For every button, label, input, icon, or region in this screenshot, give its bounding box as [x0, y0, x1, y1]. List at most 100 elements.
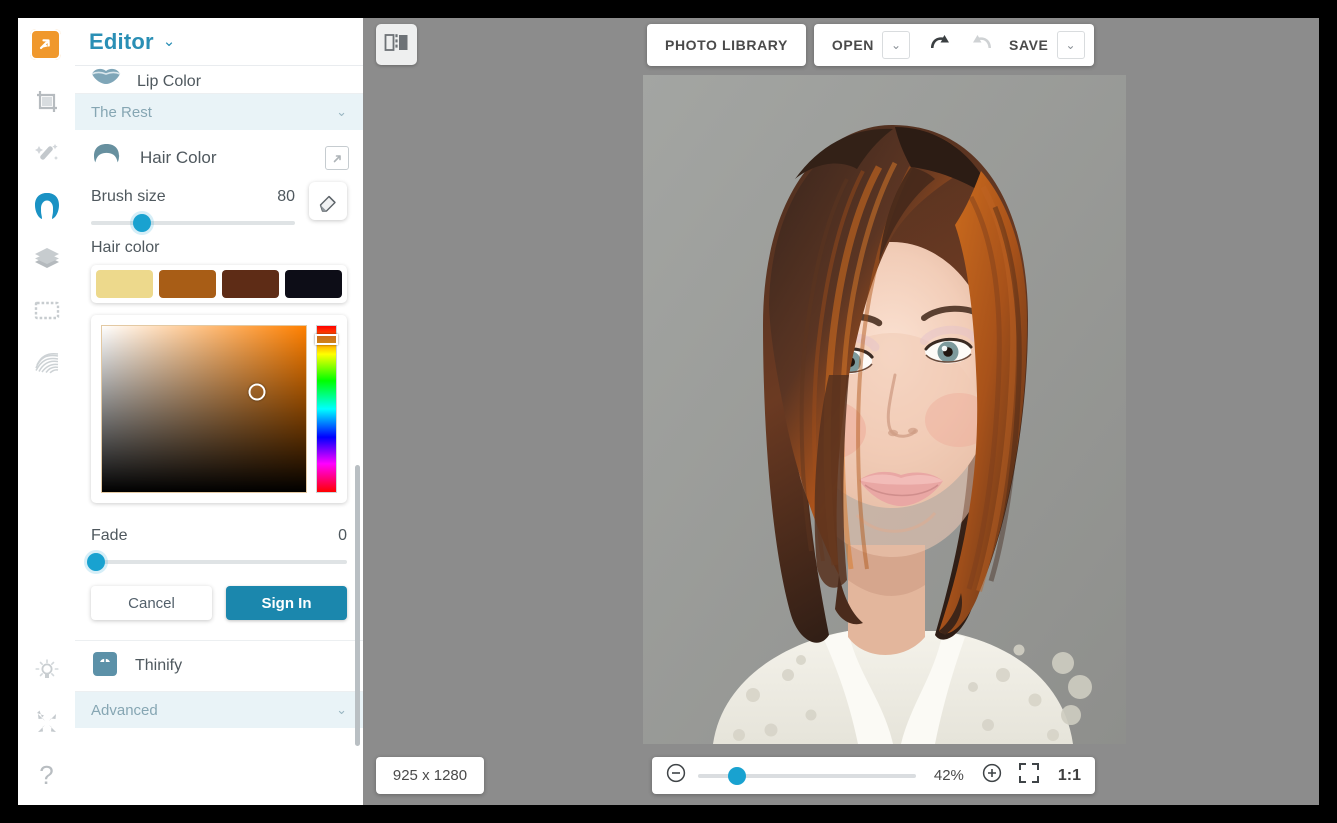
eraser-button[interactable]: [309, 182, 347, 220]
color-swatch[interactable]: [222, 270, 279, 298]
zoom-percent: 42%: [928, 767, 970, 784]
hue-slider-knob[interactable]: [315, 334, 338, 345]
photo-canvas[interactable]: [643, 75, 1126, 744]
tool-sidebar: Editor ⌄ Lip Color The Rest ⌄ Hair: [75, 18, 363, 805]
chevron-down-icon: ⌄: [336, 104, 347, 120]
open-button[interactable]: OPEN: [814, 37, 882, 53]
list-item-label: Thinify: [135, 657, 182, 675]
list-item-lip-color[interactable]: Lip Color: [75, 66, 363, 94]
magic-wand-icon: [33, 140, 61, 168]
color-picker: [91, 315, 347, 503]
section-label: The Rest: [91, 104, 152, 121]
tool-title: Hair Color: [140, 148, 325, 168]
photo-library-label: PHOTO LIBRARY: [647, 37, 806, 53]
texture-icon: [33, 348, 61, 376]
fade-slider-knob[interactable]: [87, 553, 105, 571]
undo-arrow-icon: [927, 33, 953, 58]
zoom-in-button[interactable]: [982, 763, 1002, 788]
editor-app: ? Editor ⌄ Lip Color The Rest ⌄: [18, 18, 1319, 805]
zoom-out-circle-icon: [666, 763, 686, 788]
layers-icon: [33, 244, 61, 272]
zoom-slider-knob[interactable]: [728, 767, 746, 785]
split-view-button[interactable]: [376, 24, 417, 65]
saturation-value-area[interactable]: [101, 325, 307, 493]
hair-color-swatches: [91, 265, 347, 303]
left-tool-rail: ?: [18, 18, 75, 805]
redo-button[interactable]: [961, 33, 1003, 58]
sidebar-item-layers[interactable]: [18, 232, 75, 284]
eraser-icon: [318, 191, 339, 212]
sidebar-scroll-area: Lip Color The Rest ⌄ Hair Color: [75, 66, 363, 805]
list-item-thinify[interactable]: Thinify: [75, 640, 363, 692]
crop-icon: [33, 88, 61, 116]
lips-icon: [91, 68, 121, 91]
zoom-in-circle-icon: [982, 763, 1002, 788]
color-picker-cursor[interactable]: [249, 384, 266, 401]
collapse-arrows-icon: [34, 710, 60, 736]
brush-size-value: 80: [277, 188, 295, 206]
color-swatch[interactable]: [96, 270, 153, 298]
color-swatch[interactable]: [159, 270, 216, 298]
list-item-label: Lip Color: [137, 73, 201, 91]
canvas-area: PHOTO LIBRARY OPEN ⌄ SAVE ⌄: [363, 18, 1319, 805]
portrait-hair-icon: [32, 191, 62, 221]
sidebar-scrollbar[interactable]: [355, 465, 360, 746]
tips-button[interactable]: [18, 645, 75, 697]
section-header-the-rest[interactable]: The Rest ⌄: [75, 94, 363, 130]
brush-size-slider[interactable]: [91, 221, 295, 225]
hair-color-section: Hair color: [75, 239, 363, 503]
expand-arrow-icon[interactable]: [325, 146, 349, 170]
hair-color-label: Hair color: [91, 239, 347, 257]
sidebar-item-touch-up[interactable]: [18, 128, 75, 180]
hue-slider[interactable]: [316, 325, 337, 493]
actual-size-button[interactable]: 1:1: [1058, 767, 1081, 785]
redo-arrow-icon: [969, 33, 995, 58]
fade-slider[interactable]: [91, 560, 347, 564]
zoom-toolbar: 42% 1:1: [652, 757, 1095, 794]
photo-library-button[interactable]: PHOTO LIBRARY: [647, 24, 806, 66]
chevron-down-icon: ⌄: [336, 702, 347, 718]
section-label: Advanced: [91, 702, 158, 719]
help-button[interactable]: ?: [18, 749, 75, 801]
fit-to-screen-button[interactable]: [1018, 762, 1040, 789]
file-actions-group: OPEN ⌄ SAVE ⌄: [814, 24, 1094, 66]
brush-size-slider-knob[interactable]: [133, 214, 151, 232]
chevron-down-icon: ⌄: [163, 34, 176, 49]
tool-header-hair-color[interactable]: Hair Color: [75, 130, 363, 186]
before-after-split-icon: [384, 32, 409, 58]
app-logo[interactable]: [23, 22, 67, 66]
edited-photo: [643, 75, 1126, 744]
brush-size-label: Brush size: [91, 188, 166, 206]
fullscreen-button[interactable]: [18, 697, 75, 749]
image-dimensions: 925 x 1280: [376, 757, 484, 794]
hair-icon: [91, 143, 122, 174]
frame-icon: [33, 296, 61, 324]
top-toolbar: PHOTO LIBRARY OPEN ⌄ SAVE ⌄: [647, 24, 1094, 66]
tool-actions: Cancel Sign In: [75, 586, 363, 620]
save-dropdown-caret[interactable]: ⌄: [1057, 31, 1085, 59]
question-mark-icon: ?: [39, 760, 53, 791]
zoom-slider[interactable]: [698, 774, 916, 778]
page-title: Editor: [89, 29, 154, 55]
sidebar-item-crop[interactable]: [18, 76, 75, 128]
sidebar-header[interactable]: Editor ⌄: [75, 18, 363, 66]
sidebar-item-portrait[interactable]: [18, 180, 75, 232]
open-dropdown-caret[interactable]: ⌄: [882, 31, 910, 59]
picmonkey-arrow-logo: [30, 29, 61, 60]
fade-control: Fade 0: [75, 527, 363, 564]
section-header-advanced[interactable]: Advanced ⌄: [75, 692, 363, 728]
sign-in-button[interactable]: Sign In: [226, 586, 347, 620]
brush-size-control: Brush size 80: [75, 188, 363, 225]
cancel-button[interactable]: Cancel: [91, 586, 212, 620]
fit-screen-icon: [1018, 762, 1040, 789]
color-swatch[interactable]: [285, 270, 342, 298]
fade-label: Fade: [91, 527, 127, 545]
undo-button[interactable]: [919, 33, 961, 58]
scale-icon: [91, 650, 119, 683]
lightbulb-icon: [34, 658, 60, 684]
sidebar-item-frames[interactable]: [18, 284, 75, 336]
sidebar-item-textures[interactable]: [18, 336, 75, 388]
fade-value: 0: [338, 527, 347, 545]
zoom-out-button[interactable]: [666, 763, 686, 788]
save-button[interactable]: SAVE: [1003, 37, 1057, 53]
